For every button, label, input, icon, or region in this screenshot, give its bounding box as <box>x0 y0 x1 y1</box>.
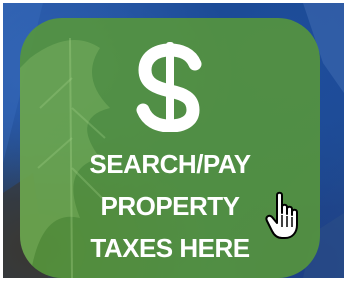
hand-pointer-icon <box>265 191 298 239</box>
label-line-1: SEARCH/PAY <box>89 149 251 179</box>
dollar-sign-icon <box>20 40 320 137</box>
screenshot-frame: SEARCH/PAY PROPERTY TAXES HERE <box>3 3 344 278</box>
